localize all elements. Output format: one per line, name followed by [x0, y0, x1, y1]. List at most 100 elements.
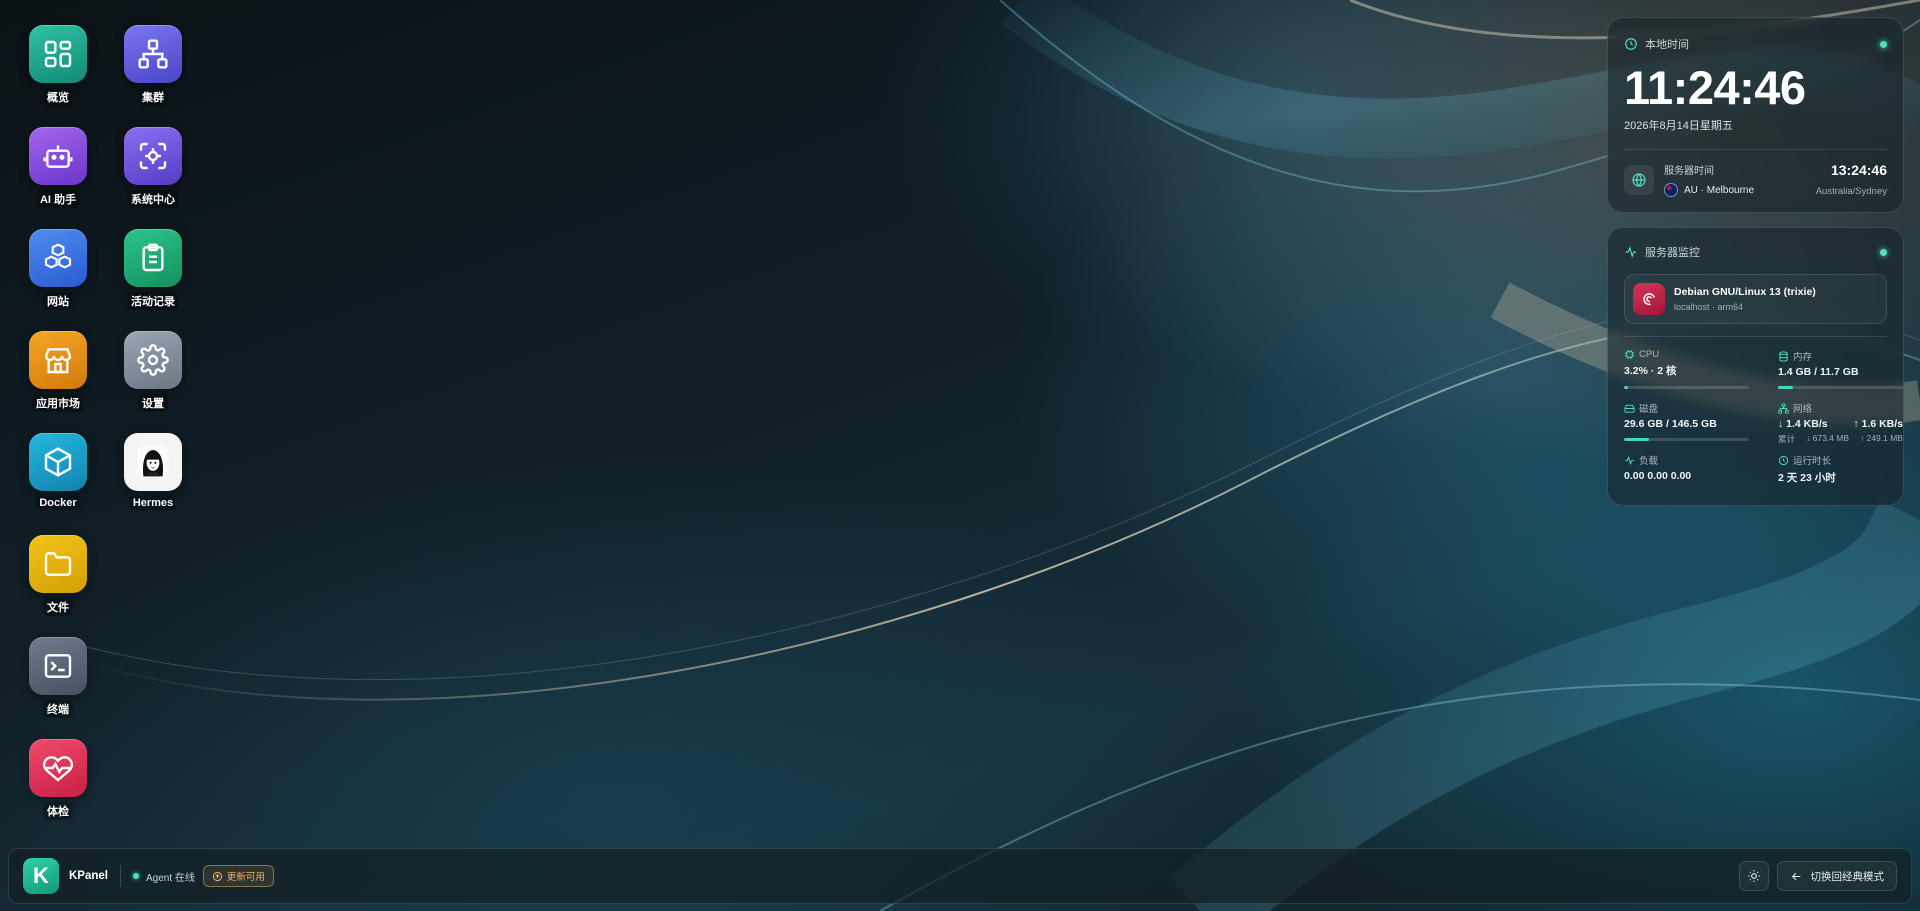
cluster-icon [124, 25, 182, 83]
app-label: 系统中心 [127, 190, 179, 208]
server-timezone: Australia/Sydney [1815, 186, 1887, 197]
server-monitor-widget: 服务器监控 Debian GNU/Linux 13 (trixie) local… [1607, 227, 1904, 506]
desktop-app-overview[interactable]: 概览 [18, 25, 98, 106]
divider [1624, 149, 1887, 150]
agent-status-dot [133, 873, 139, 879]
brand-name: KPanel [69, 870, 108, 882]
theme-toggle-button[interactable] [1738, 861, 1769, 891]
disk-bar-fill [1624, 438, 1649, 441]
gear-icon [124, 331, 182, 389]
desktop-app-settings[interactable]: 设置 [113, 331, 193, 412]
cpu-value: 3.2% · 2 核 [1624, 365, 1677, 377]
arrow-left-icon [1791, 872, 1800, 880]
server-time-label: 服务器时间 [1664, 166, 1714, 177]
hermes-avatar-icon [124, 433, 182, 491]
cpu-label: CPU [1639, 349, 1660, 360]
activity-icon [1625, 246, 1637, 258]
app-store-icon [29, 331, 87, 389]
metrics-grid: CPU 3.2% · 2 核 内存 1.4 GB / 11.7 GB 磁盘 29… [1624, 349, 1903, 493]
clock-widget-header: 本地时间 [1624, 34, 1887, 54]
desktop-app-activity-log[interactable]: 活动记录 [113, 229, 193, 310]
terminal-icon [29, 637, 87, 695]
cpu-chip-icon [1624, 349, 1635, 360]
network-up: ↑ 1.6 KB/s [1853, 418, 1903, 430]
brand-logo[interactable]: K [23, 858, 59, 894]
australia-flag-icon [1664, 183, 1678, 197]
network-metric: 网络 ↓ 1.4 KB/s ↑ 1.6 KB/s 累计 ↓ 673.4 MB ↑… [1778, 401, 1903, 453]
network-total-up: ↑ 249.1 MB [1859, 433, 1903, 443]
app-label: 活动记录 [127, 292, 179, 310]
local-date: 2026年8月14日星期五 [1624, 120, 1733, 132]
desktop-app-cluster[interactable]: 集群 [113, 25, 193, 106]
app-label: 设置 [138, 394, 168, 412]
uptime-label: 运行时长 [1793, 456, 1832, 467]
uptime-value: 2 天 23 小时 [1778, 472, 1836, 484]
agent-status: Agent 在线 [146, 872, 195, 884]
desktop-app-app-store[interactable]: 应用市场 [18, 331, 98, 412]
disk-bar [1624, 438, 1749, 441]
desktop-app-hermes[interactable]: Hermes [113, 433, 193, 510]
website-cubes-icon [29, 229, 87, 287]
os-name: Debian GNU/Linux 13 (trixie) [1674, 286, 1816, 298]
clock-icon [1778, 455, 1789, 465]
desktop-app-docker[interactable]: Docker [18, 433, 98, 510]
desktop-app-files[interactable]: 文件 [18, 535, 98, 616]
network-icon [1778, 402, 1789, 414]
switch-classic-mode-label: 切换回经典模式 [1810, 870, 1885, 883]
taskbar-divider [120, 865, 121, 887]
app-label: Hermes [128, 496, 178, 510]
memory-metric: 内存 1.4 GB / 11.7 GB [1778, 349, 1903, 401]
dashboard-icon [29, 25, 87, 83]
app-label: 文件 [43, 598, 73, 616]
database-icon [1779, 350, 1788, 362]
sun-icon [1747, 870, 1760, 882]
app-label: 概览 [43, 88, 73, 106]
desktop-app-website[interactable]: 网站 [18, 229, 98, 310]
disk-value: 29.6 GB / 146.5 GB [1624, 418, 1717, 430]
brand-letter: K [33, 863, 49, 888]
memory-value: 1.4 GB / 11.7 GB [1778, 366, 1859, 378]
debian-logo-icon [1633, 283, 1665, 315]
switch-classic-mode-button[interactable]: 切换回经典模式 [1776, 861, 1897, 891]
app-label: AI 助手 [35, 190, 81, 208]
globe-icon [1624, 164, 1654, 195]
load-metric: 负载 0.00 0.00 0.00 [1624, 453, 1764, 493]
status-dot [1880, 40, 1887, 48]
load-value: 0.00 0.00 0.00 [1624, 470, 1692, 482]
desktop-app-health-check[interactable]: 体检 [18, 739, 98, 820]
memory-bar [1778, 386, 1903, 389]
memory-bar-fill [1778, 386, 1793, 389]
load-label: 负载 [1639, 456, 1659, 467]
desktop-app-system-center[interactable]: 系统中心 [113, 127, 193, 208]
update-badge-label: 更新可用 [226, 872, 265, 883]
desktop-app-ai-assistant[interactable]: AI 助手 [18, 127, 98, 208]
cpu-metric: CPU 3.2% · 2 核 [1624, 349, 1764, 401]
status-dot [1880, 248, 1887, 256]
uptime-metric: 运行时长 2 天 23 小时 [1778, 453, 1903, 493]
local-time: 11:24:46 [1624, 61, 1806, 114]
memory-label: 内存 [1793, 352, 1813, 363]
hard-drive-icon [1624, 404, 1635, 413]
cpu-bar [1624, 386, 1749, 389]
monitor-widget-header: 服务器监控 [1624, 242, 1887, 262]
network-label: 网络 [1793, 404, 1813, 415]
activity-icon [1625, 455, 1634, 465]
docker-box-icon [29, 433, 87, 491]
system-center-icon [124, 127, 182, 185]
update-badge[interactable]: 更新可用 [202, 865, 274, 887]
server-time-row: 服务器时间 AU · Melbourne 13:24:46 Australia/… [1624, 162, 1887, 197]
app-label: 集群 [138, 88, 168, 106]
desktop-app-terminal[interactable]: 终端 [18, 637, 98, 718]
clock-widget: 本地时间 11:24:46 2026年8月14日星期五 服务器时间 AU · M… [1607, 17, 1904, 213]
app-label: Docker [35, 496, 81, 510]
health-check-icon [29, 739, 87, 797]
server-location: AU · Melbourne [1684, 184, 1755, 196]
clock-widget-title: 本地时间 [1645, 39, 1689, 51]
cpu-bar-fill [1624, 386, 1628, 389]
network-total-label: 累计 [1778, 434, 1796, 444]
arrow-up-circle-icon [212, 871, 223, 881]
app-label: 应用市场 [32, 394, 84, 412]
disk-label: 磁盘 [1639, 404, 1659, 415]
divider [1624, 336, 1887, 337]
os-card[interactable]: Debian GNU/Linux 13 (trixie) localhost ·… [1624, 274, 1887, 324]
